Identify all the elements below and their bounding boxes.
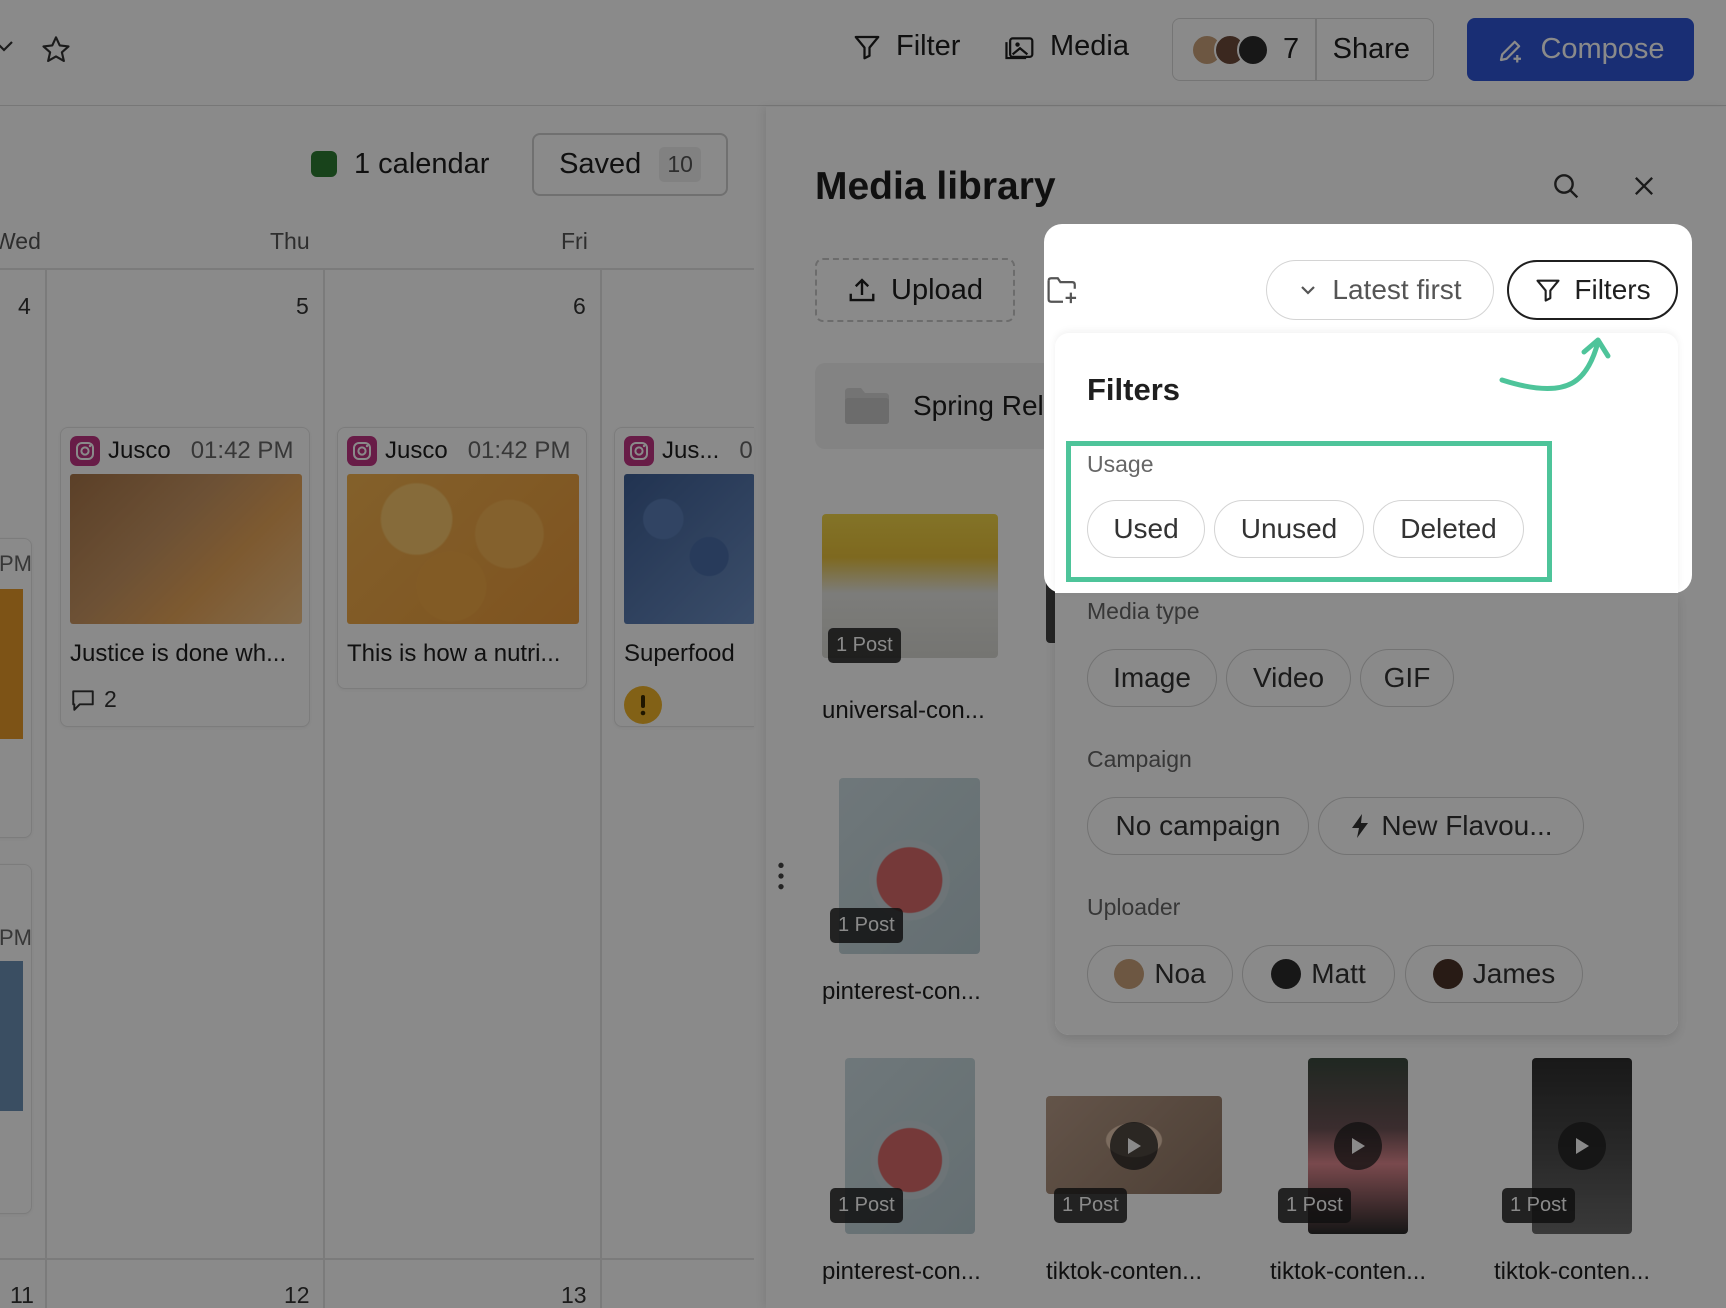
- filters-button[interactable]: Filters: [1507, 260, 1678, 320]
- sort-label: Latest first: [1332, 274, 1462, 305]
- new-folder-icon[interactable]: [1046, 274, 1080, 306]
- arrow-annotation-icon: [1498, 334, 1628, 400]
- filters-button-label: Filters: [1574, 274, 1651, 305]
- dropdown-dim: [1055, 593, 1678, 1035]
- usage-highlight-box: [1066, 441, 1552, 582]
- chevron-down-icon: [1298, 280, 1318, 300]
- sort-dropdown[interactable]: Latest first: [1266, 260, 1494, 320]
- filter-icon: [1534, 276, 1562, 304]
- filters-title: Filters: [1087, 372, 1181, 407]
